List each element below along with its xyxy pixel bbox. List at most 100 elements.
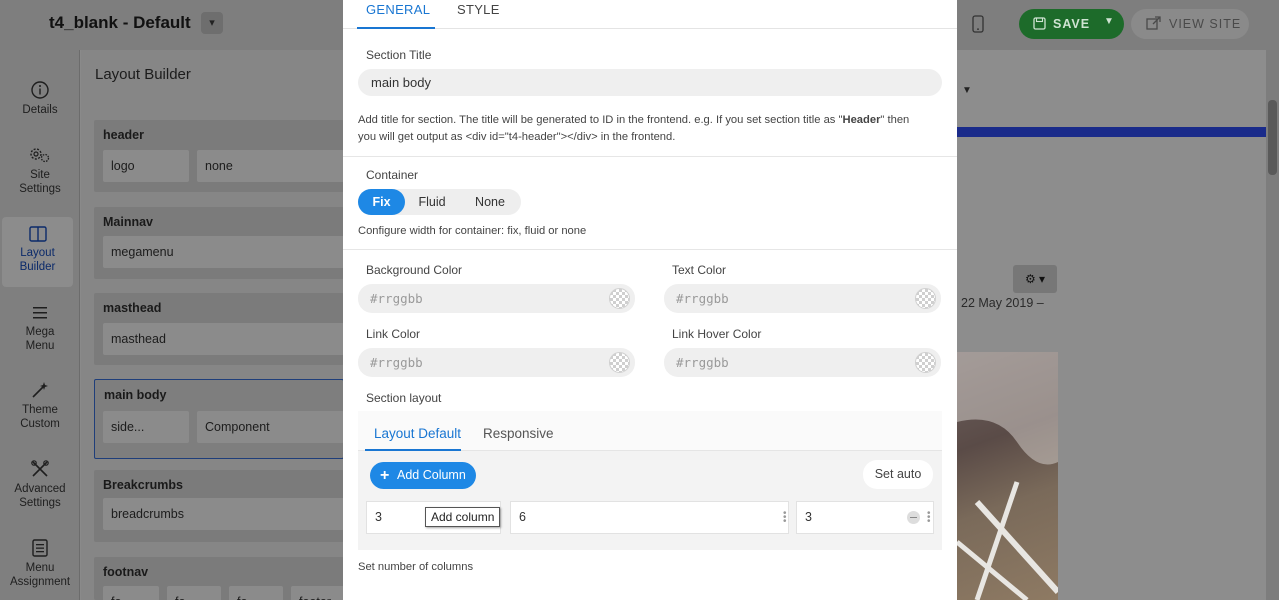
link-color-label: Link Color [366,327,421,341]
caret-down-icon[interactable]: ▼ [1104,16,1115,27]
color-placeholder: #rrggbb [370,355,423,370]
rail-item-theme-custom[interactable]: Theme Custom [0,380,80,431]
color-placeholder: #rrggbb [676,355,729,370]
drag-handle-icon[interactable]: • • • [927,509,931,527]
site-dropdown-chevron-icon[interactable]: ▾ [201,12,223,34]
add-column-tooltip: Add column [425,507,501,527]
column-value: 3 [375,510,382,524]
lb-cell[interactable]: fo [229,586,283,600]
menu-icon [33,307,47,319]
article-image-shapes [957,352,1058,600]
lb-cell[interactable]: logo [103,150,189,182]
add-column-label: Add Column [397,468,466,482]
mobile-device-icon[interactable] [972,15,984,33]
rail-item-advanced-settings[interactable]: Advanced Settings [0,459,80,510]
active-tab-indicator [357,27,435,29]
container-option-none[interactable]: None [462,189,518,215]
info-icon [31,81,49,99]
text-color-input[interactable]: #rrggbb [664,284,941,313]
divider [343,156,957,157]
tools-icon [31,460,49,477]
lb-cell[interactable]: masthead [103,323,344,355]
lb-cell[interactable]: fo [103,586,159,600]
container-option-fix[interactable]: Fix [358,189,405,215]
lb-row-label: Breakcrumbs [103,478,183,492]
rail-item-site-settings[interactable]: Site Settings [0,145,80,196]
lb-row-mainnav[interactable]: Mainnav megamenu [94,207,344,279]
plus-icon: + [380,467,390,484]
link-color-input[interactable]: #rrggbb [358,348,635,377]
remove-column-icon[interactable] [907,511,920,524]
save-button[interactable]: SAVE ▼ [1019,9,1124,39]
external-link-icon [1146,16,1161,30]
column-value: 6 [519,510,526,524]
layout-builder-panel: Layout Builder header logo none Mainnav … [81,50,344,600]
set-auto-button[interactable]: Set auto [863,460,933,489]
preview-nav-bar [957,127,1266,137]
rail-item-label: Details [22,104,58,116]
rail-item-label: Menu Assignment [10,562,71,588]
view-site-button[interactable]: VIEW SITE [1131,9,1249,39]
lb-row-label: footnav [103,565,149,579]
lb-row-masthead[interactable]: masthead masthead [94,293,344,365]
section-title-input[interactable]: main body [358,69,942,96]
lb-cell[interactable]: megamenu [103,236,344,268]
article-gear-button[interactable]: ⚙ ▾ [1013,265,1057,293]
lb-row-breakcrumbs[interactable]: Breakcrumbs breadcrumbs [94,470,344,542]
lb-row-header[interactable]: header logo none [94,120,344,192]
drag-handle-icon[interactable]: • • • [783,509,787,527]
tab-responsive[interactable]: Responsive [483,426,554,441]
container-toggle: Fix Fluid None [358,189,521,215]
add-column-button[interactable]: + Add Column [370,462,476,489]
tab-layout-default[interactable]: Layout Default [374,426,461,441]
lb-cell[interactable]: Component [197,411,344,443]
container-option-fluid[interactable]: Fluid [407,189,457,215]
rail-item-layout-builder[interactable]: Layout Builder [2,217,73,287]
tab-style[interactable]: STYLE [457,2,500,17]
rail-item-label: Theme Custom [20,404,60,430]
lb-cell[interactable]: fo [167,586,221,600]
floppy-disk-icon [1033,17,1046,30]
rail-item-label: Advanced Settings [14,483,66,509]
columns-help: Set number of columns [358,561,474,573]
scrollbar-thumb[interactable] [1268,100,1277,175]
modal-tabs: GENERAL STYLE [343,0,957,29]
lb-row-label: masthead [103,301,162,315]
background-color-input[interactable]: #rrggbb [358,284,635,313]
rail-item-details[interactable]: Details [0,80,80,117]
rail-item-mega-menu[interactable]: Mega Menu [0,304,80,353]
layout-tabs: Layout Default Responsive [358,411,942,451]
article-image [957,352,1058,600]
column-width-input[interactable]: 3 • • • [796,501,934,534]
tab-general[interactable]: GENERAL [366,2,430,17]
lb-cell[interactable]: none [197,150,344,182]
view-site-label: VIEW SITE [1169,17,1242,31]
lb-cell[interactable]: footer [291,586,344,600]
lb-row-label: main body [104,388,167,402]
column-width-input[interactable]: 6 • • • [510,501,789,534]
site-title: t4_blank - Default [49,13,191,32]
gears-icon [30,148,50,163]
gear-icon: ⚙ ▾ [1024,272,1046,286]
layout-builder-title: Layout Builder [95,66,191,83]
column-value: 3 [805,510,812,524]
color-picker-swatch-icon[interactable] [609,352,630,373]
link-hover-color-input[interactable]: #rrggbb [664,348,941,377]
color-picker-swatch-icon[interactable] [915,288,936,309]
rail-item-menu-assignment[interactable]: Menu Assignment [0,538,80,589]
chevron-down-icon[interactable]: ▼ [962,85,972,96]
lb-cell[interactable]: breadcrumbs [103,498,344,530]
lb-cell[interactable]: side... [103,411,189,443]
color-picker-swatch-icon[interactable] [609,288,630,309]
lb-row-footnav[interactable]: footnav fo fo fo footer [94,557,344,600]
section-layout-label: Section layout [366,391,442,405]
magic-wand-icon [32,382,48,398]
color-picker-swatch-icon[interactable] [915,352,936,373]
lb-row-main-body[interactable]: main body side... Component [94,379,344,459]
active-layout-tab-indicator [365,449,461,451]
list-icon [32,539,48,557]
container-help: Configure width for container: fix, flui… [358,225,587,237]
color-placeholder: #rrggbb [676,291,729,306]
rail-item-label: Layout Builder [19,247,56,273]
layout-icon [28,226,47,242]
